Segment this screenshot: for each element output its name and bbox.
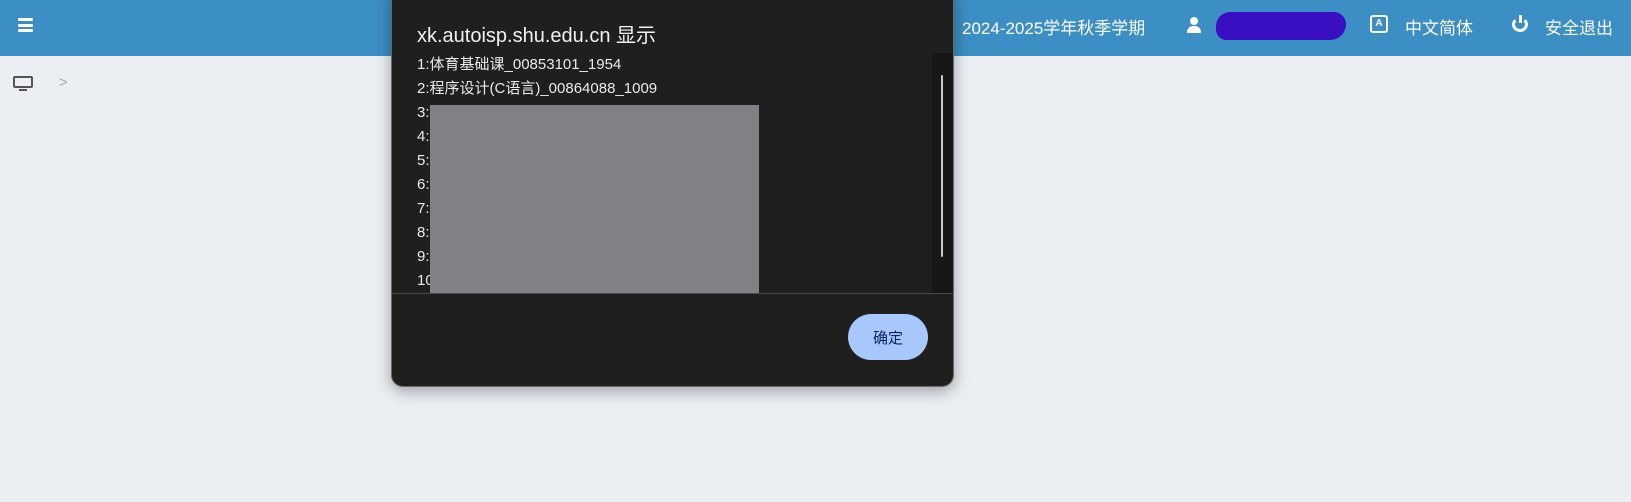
- term-label: 2024-2025学年秋季学期: [962, 19, 1146, 38]
- user-icon: [1187, 17, 1201, 33]
- monitor-icon[interactable]: [13, 76, 33, 92]
- breadcrumb-separator: >: [59, 74, 68, 91]
- message-line: 1:体育基础课_00853101_1954: [417, 56, 622, 73]
- dialog-message: 1:体育基础课_00853101_1954 2:程序设计(C语言)_008640…: [392, 53, 953, 293]
- translate-icon[interactable]: A: [1370, 15, 1388, 33]
- hamburger-menu-icon[interactable]: [16, 15, 36, 35]
- redaction-block: [430, 105, 759, 293]
- power-icon[interactable]: [1512, 15, 1528, 32]
- user-name-redacted[interactable]: [1216, 12, 1346, 40]
- logout-button[interactable]: 安全退出: [1545, 14, 1613, 39]
- dialog-divider: [392, 293, 953, 294]
- scrollbar-thumb[interactable]: [941, 75, 943, 257]
- message-line: 2:程序设计(C语言)_00864088_1009: [417, 80, 658, 97]
- language-switch[interactable]: 中文简体: [1405, 14, 1473, 39]
- alert-dialog: xk.autoisp.shu.edu.cn 显示 1:体育基础课_0085310…: [391, 0, 954, 387]
- dialog-title: xk.autoisp.shu.edu.cn 显示: [417, 25, 657, 47]
- ok-button[interactable]: 确定: [848, 314, 928, 360]
